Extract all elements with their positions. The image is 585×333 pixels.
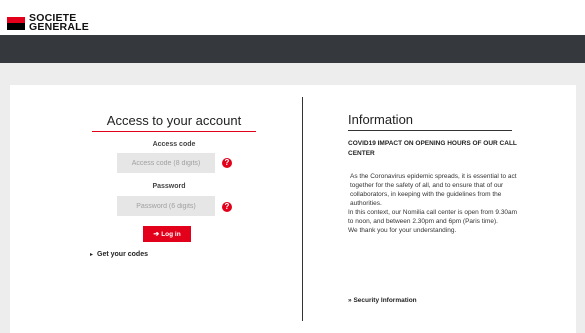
top-header: SOCIETE GENERALE [0, 0, 585, 35]
info-heading: COVID19 IMPACT ON OPENING HOURS OF OUR C… [348, 140, 517, 157]
access-code-label: Access code [152, 141, 196, 148]
password-help-icon[interactable]: ? [222, 202, 232, 212]
access-code-input[interactable] [117, 153, 215, 173]
nav-bar [0, 35, 585, 63]
info-paragraph: We thank you for your understanding. [348, 227, 457, 234]
info-paragraph: In this context, our Nomilia call center… [348, 209, 518, 225]
login-button[interactable]: ➔ Log in [143, 226, 191, 242]
login-button-label: Log in [161, 230, 181, 238]
security-information-link[interactable]: » Security Information [348, 297, 417, 304]
access-code-help-icon[interactable]: ? [222, 158, 232, 168]
info-paragraph: As the Coronavirus epidemic spreads, it … [350, 173, 517, 207]
caret-right-icon: ▸ [90, 252, 94, 258]
login-title: Access to your account [92, 113, 256, 132]
login-card: Access to your account Access code ? Pas… [10, 85, 576, 333]
societe-generale-logo[interactable]: SOCIETE GENERALE [7, 12, 89, 33]
logo-text: SOCIETE GENERALE [29, 12, 89, 33]
security-link-label: Security Information [353, 297, 417, 304]
password-label: Password [152, 183, 186, 190]
get-codes-label: Get your codes [97, 251, 148, 258]
double-chevron-icon: » [348, 297, 352, 304]
password-input[interactable] [117, 196, 215, 216]
logo-mark-icon [7, 16, 25, 30]
info-body: As the Coronavirus epidemic spreads, it … [348, 172, 522, 235]
get-your-codes-link[interactable]: ▸ Get your codes [90, 251, 148, 258]
information-title: Information [348, 112, 512, 131]
vertical-divider [302, 97, 303, 321]
sign-in-icon: ➔ [153, 231, 160, 238]
